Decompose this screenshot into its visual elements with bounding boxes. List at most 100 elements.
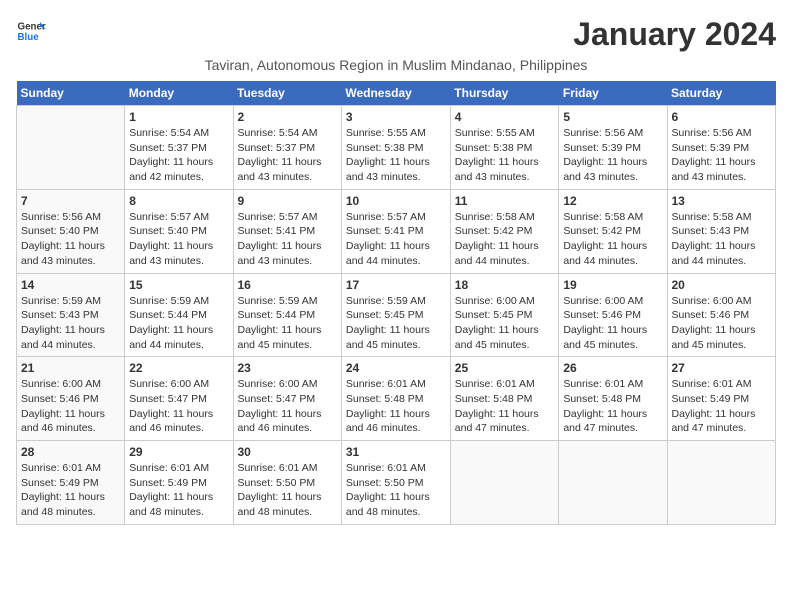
day-number: 28 [21,445,120,459]
day-detail: Sunrise: 5:58 AMSunset: 5:42 PMDaylight:… [455,210,555,269]
day-number: 20 [672,278,772,292]
day-number: 21 [21,361,120,375]
day-number: 15 [129,278,228,292]
calendar-cell: 12 Sunrise: 5:58 AMSunset: 5:42 PMDayligh… [559,189,667,273]
weekday-header-row: SundayMondayTuesdayWednesdayThursdayFrid… [17,81,776,106]
calendar-cell: 11 Sunrise: 5:58 AMSunset: 5:42 PMDayligh… [450,189,559,273]
calendar-cell: 29Sunrise: 6:01 AMSunset: 5:49 PMDayligh… [125,441,233,525]
weekday-header-wednesday: Wednesday [341,81,450,106]
calendar-cell: 13 Sunrise: 5:58 AMSunset: 5:43 PMDayligh… [667,189,776,273]
day-detail: Sunrise: 5:54 AMSunset: 5:37 PMDaylight:… [129,126,228,185]
day-number: 31 [346,445,446,459]
day-number: 6 [672,110,772,124]
calendar-cell: 15 Sunrise: 5:59 AMSunset: 5:44 PMDayligh… [125,273,233,357]
day-number: 27 [672,361,772,375]
calendar-cell: 3 Sunrise: 5:55 AMSunset: 5:38 PMDaylight… [341,106,450,190]
day-number: 13 [672,194,772,208]
week-row-1: 1 Sunrise: 5:54 AMSunset: 5:37 PMDaylight… [17,106,776,190]
day-detail: Sunrise: 5:59 AMSunset: 5:45 PMDaylight:… [346,294,446,353]
day-detail: Sunrise: 5:56 AMSunset: 5:40 PMDaylight:… [21,210,120,269]
calendar-cell: 24Sunrise: 6:01 AMSunset: 5:48 PMDayligh… [341,357,450,441]
day-detail: Sunrise: 5:54 AMSunset: 5:37 PMDaylight:… [238,126,337,185]
day-detail: Sunrise: 6:00 AMSunset: 5:46 PMDaylight:… [21,377,120,436]
day-detail: Sunrise: 5:57 AMSunset: 5:41 PMDaylight:… [346,210,446,269]
calendar-cell: 26 Sunrise: 6:01 AMSunset: 5:48 PMDayligh… [559,357,667,441]
day-number: 1 [129,110,228,124]
day-detail: Sunrise: 6:00 AMSunset: 5:47 PMDaylight:… [129,377,228,436]
day-number: 9 [238,194,337,208]
day-detail: Sunrise: 6:00 AMSunset: 5:47 PMDaylight:… [238,377,337,436]
day-detail: Sunrise: 5:55 AMSunset: 5:38 PMDaylight:… [346,126,446,185]
day-detail: Sunrise: 6:01 AMSunset: 5:48 PMDaylight:… [455,377,555,436]
svg-text:Blue: Blue [18,32,40,43]
calendar-cell: 22 Sunrise: 6:00 AMSunset: 5:47 PMDayligh… [125,357,233,441]
weekday-header-monday: Monday [125,81,233,106]
day-number: 7 [21,194,120,208]
calendar-cell: 31 Sunrise: 6:01 AMSunset: 5:50 PMDayligh… [341,441,450,525]
day-number: 3 [346,110,446,124]
day-number: 2 [238,110,337,124]
calendar-cell: 4 Sunrise: 5:55 AMSunset: 5:38 PMDaylight… [450,106,559,190]
day-number: 19 [563,278,662,292]
calendar-cell: 21 Sunrise: 6:00 AMSunset: 5:46 PMDayligh… [17,357,125,441]
day-detail: Sunrise: 5:59 AMSunset: 5:44 PMDaylight:… [129,294,228,353]
calendar-cell [450,441,559,525]
day-detail: Sunrise: 6:00 AMSunset: 5:45 PMDaylight:… [455,294,555,353]
calendar-cell: 23 Sunrise: 6:00 AMSunset: 5:47 PMDayligh… [233,357,341,441]
calendar-cell: 1 Sunrise: 5:54 AMSunset: 5:37 PMDaylight… [125,106,233,190]
week-row-5: 28 Sunrise: 6:01 AMSunset: 5:49 PMDayligh… [17,441,776,525]
day-detail: Sunrise: 5:55 AMSunset: 5:38 PMDaylight:… [455,126,555,185]
calendar-cell [17,106,125,190]
day-number: 26 [563,361,662,375]
day-detail: Sunrise: 6:01 AMSunset: 5:49 PMDaylight:… [129,461,228,520]
logo: General Blue [16,16,46,46]
weekday-header-thursday: Thursday [450,81,559,106]
calendar-cell: 2 Sunrise: 5:54 AMSunset: 5:37 PMDaylight… [233,106,341,190]
day-number: 5 [563,110,662,124]
day-number: 16 [238,278,337,292]
calendar-table: SundayMondayTuesdayWednesdayThursdayFrid… [16,81,776,525]
day-number: 23 [238,361,337,375]
day-detail: Sunrise: 5:56 AMSunset: 5:39 PMDaylight:… [672,126,772,185]
day-number: 4 [455,110,555,124]
calendar-cell: 25Sunrise: 6:01 AMSunset: 5:48 PMDayligh… [450,357,559,441]
weekday-header-sunday: Sunday [17,81,125,106]
day-detail: Sunrise: 5:57 AMSunset: 5:40 PMDaylight:… [129,210,228,269]
day-number: 11 [455,194,555,208]
week-row-4: 21 Sunrise: 6:00 AMSunset: 5:46 PMDayligh… [17,357,776,441]
day-detail: Sunrise: 5:59 AMSunset: 5:44 PMDaylight:… [238,294,337,353]
calendar-cell: 10 Sunrise: 5:57 AMSunset: 5:41 PMDayligh… [341,189,450,273]
day-number: 10 [346,194,446,208]
weekday-header-saturday: Saturday [667,81,776,106]
calendar-cell: 14Sunrise: 5:59 AMSunset: 5:43 PMDayligh… [17,273,125,357]
day-number: 17 [346,278,446,292]
day-detail: Sunrise: 6:01 AMSunset: 5:49 PMDaylight:… [672,377,772,436]
day-number: 22 [129,361,228,375]
day-detail: Sunrise: 6:01 AMSunset: 5:50 PMDaylight:… [238,461,337,520]
calendar-cell: 19 Sunrise: 6:00 AMSunset: 5:46 PMDayligh… [559,273,667,357]
day-detail: Sunrise: 6:01 AMSunset: 5:48 PMDaylight:… [563,377,662,436]
weekday-header-tuesday: Tuesday [233,81,341,106]
day-number: 12 [563,194,662,208]
calendar-cell: 17 Sunrise: 5:59 AMSunset: 5:45 PMDayligh… [341,273,450,357]
day-detail: Sunrise: 5:56 AMSunset: 5:39 PMDaylight:… [563,126,662,185]
day-number: 30 [238,445,337,459]
calendar-subtitle: Taviran, Autonomous Region in Muslim Min… [16,57,776,73]
calendar-cell [667,441,776,525]
week-row-2: 7 Sunrise: 5:56 AMSunset: 5:40 PMDaylight… [17,189,776,273]
day-detail: Sunrise: 6:00 AMSunset: 5:46 PMDaylight:… [672,294,772,353]
day-detail: Sunrise: 5:58 AMSunset: 5:43 PMDaylight:… [672,210,772,269]
calendar-cell: 18 Sunrise: 6:00 AMSunset: 5:45 PMDayligh… [450,273,559,357]
calendar-cell: 27 Sunrise: 6:01 AMSunset: 5:49 PMDayligh… [667,357,776,441]
day-number: 8 [129,194,228,208]
day-detail: Sunrise: 6:01 AMSunset: 5:50 PMDaylight:… [346,461,446,520]
page-header: General Blue January 2024 [16,16,776,53]
day-detail: Sunrise: 5:58 AMSunset: 5:42 PMDaylight:… [563,210,662,269]
day-detail: Sunrise: 6:00 AMSunset: 5:46 PMDaylight:… [563,294,662,353]
calendar-cell: 30 Sunrise: 6:01 AMSunset: 5:50 PMDayligh… [233,441,341,525]
day-number: 18 [455,278,555,292]
day-detail: Sunrise: 5:57 AMSunset: 5:41 PMDaylight:… [238,210,337,269]
calendar-cell: 28Sunrise: 6:01 AMSunset: 5:49 PMDayligh… [17,441,125,525]
calendar-cell: 7 Sunrise: 5:56 AMSunset: 5:40 PMDaylight… [17,189,125,273]
calendar-cell [559,441,667,525]
